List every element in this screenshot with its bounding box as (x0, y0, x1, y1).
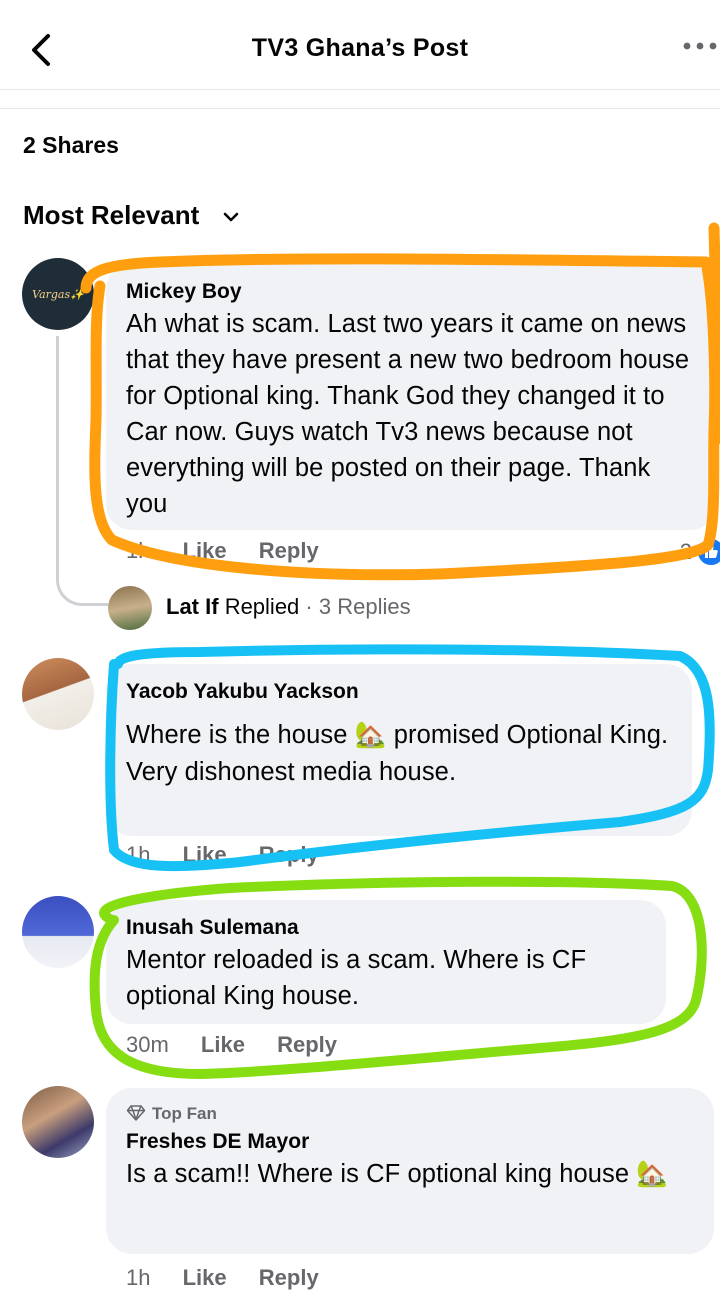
reply-button[interactable]: Reply (277, 1032, 337, 1058)
like-button[interactable]: Like (201, 1032, 245, 1058)
comment-text: Ah what is scam. Last two years it came … (126, 310, 690, 518)
comment-text: Is a scam!! Where is CF optional king ho… (126, 1160, 669, 1188)
divider (0, 108, 720, 109)
comment-actions: 1h Like Reply (126, 538, 345, 564)
shares-count[interactable]: 2 Shares (23, 132, 119, 159)
chevron-down-icon (223, 212, 238, 222)
sort-label: Most Relevant (23, 200, 200, 230)
reaction-count: 2 (679, 539, 692, 564)
like-button[interactable]: Like (183, 1265, 227, 1291)
comment-author[interactable]: Inusah Sulemana (126, 914, 646, 942)
avatar-text: Vargas✨ (32, 287, 84, 301)
comment-text: Mentor reloaded is a scam. Where is CF o… (126, 946, 587, 1010)
comment-author[interactable]: Yacob Yakubu Yackson (126, 678, 672, 706)
like-button[interactable]: Like (183, 538, 227, 564)
reply-button[interactable]: Reply (259, 1265, 319, 1291)
top-fan-badge: Top Fan (126, 1102, 694, 1126)
comment-actions: 1h Like Reply (126, 842, 345, 868)
comment-time: 1h (126, 1265, 151, 1290)
comment-bubble[interactable]: Mickey Boy Ah what is scam. Last two yea… (106, 264, 716, 530)
separator: · (299, 594, 319, 619)
reply-button[interactable]: Reply (259, 842, 319, 868)
comment-text-line: Very dishonest media house. (126, 758, 457, 786)
avatar[interactable] (22, 896, 94, 968)
comment-time: 30m (126, 1032, 169, 1057)
reply-thread-line (56, 336, 108, 606)
comment-bubble[interactable]: Yacob Yakubu Yackson Where is the house … (106, 664, 692, 836)
like-reaction-icon (696, 537, 720, 567)
top-fan-label: Top Fan (152, 1104, 217, 1123)
sort-dropdown[interactable]: Most Relevant (23, 200, 241, 231)
like-button[interactable]: Like (183, 842, 227, 868)
comment-bubble[interactable]: Inusah Sulemana Mentor reloaded is a sca… (106, 900, 666, 1024)
diamond-icon (126, 1105, 146, 1121)
avatar[interactable] (22, 658, 94, 730)
reply-author: Lat If (166, 594, 219, 619)
page-title: TV3 Ghana’s Post (251, 34, 469, 62)
view-replies-link[interactable]: Lat If Replied · 3 Replies (166, 594, 411, 620)
avatar[interactable] (108, 586, 152, 630)
reply-count: 3 Replies (318, 594, 411, 619)
replied-label: Replied (224, 594, 300, 619)
top-bar: TV3 Ghana’s Post (0, 0, 720, 90)
comment-actions: 1h Like Reply (126, 1265, 345, 1291)
reply-button[interactable]: Reply (259, 538, 319, 564)
avatar[interactable]: Vargas✨ (22, 258, 94, 330)
avatar[interactable] (22, 1086, 94, 1158)
comment-actions: 30m Like Reply (126, 1032, 363, 1058)
more-options-button[interactable] (682, 28, 718, 72)
reaction-summary[interactable]: 2 (680, 537, 720, 567)
comment-author[interactable]: Freshes DE Mayor (126, 1128, 694, 1156)
comment-bubble[interactable]: Top Fan Freshes DE Mayor Is a scam!! Whe… (106, 1088, 714, 1254)
comment-time: 1h (126, 538, 151, 563)
more-horizontal-icon (683, 42, 717, 50)
comment-text-line: Where is the house 🏡 promised Optional K… (126, 721, 669, 749)
comment-time: 1h (126, 842, 151, 867)
comment-author[interactable]: Mickey Boy (126, 278, 696, 306)
